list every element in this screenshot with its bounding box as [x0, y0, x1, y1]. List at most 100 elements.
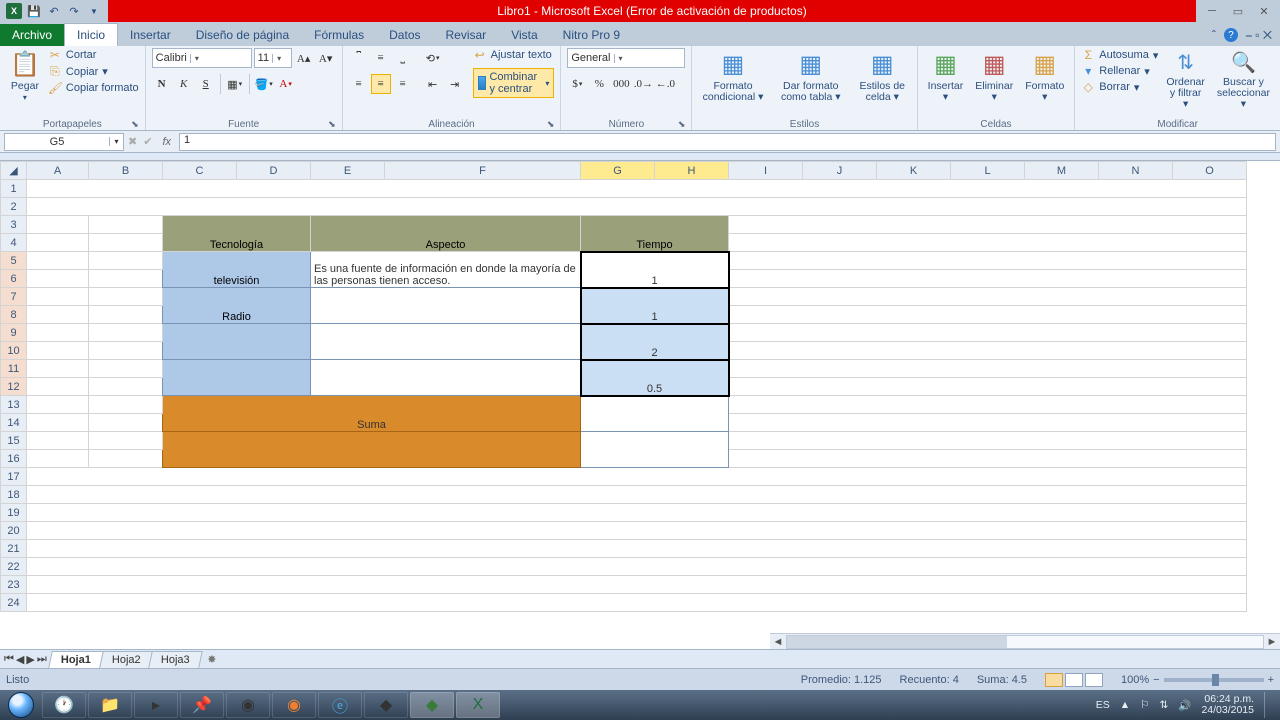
- col-header[interactable]: N: [1099, 162, 1173, 180]
- fx-icon[interactable]: fx: [156, 136, 177, 148]
- formula-input[interactable]: 1: [179, 133, 1276, 151]
- tab-review[interactable]: Revisar: [434, 24, 500, 46]
- cell[interactable]: televisión: [163, 252, 311, 288]
- tray-up-icon[interactable]: ▲: [1120, 699, 1130, 711]
- first-sheet-icon[interactable]: ⏮: [4, 653, 14, 666]
- row-header[interactable]: 19: [1, 504, 27, 522]
- col-header[interactable]: F: [385, 162, 581, 180]
- col-header[interactable]: H: [655, 162, 729, 180]
- taskbar-clock-app[interactable]: 🕐: [42, 692, 86, 718]
- horizontal-scrollbar[interactable]: ◄ ►: [770, 633, 1280, 649]
- fill-color-icon[interactable]: 🪣▾: [254, 74, 274, 94]
- row-header[interactable]: 16: [1, 450, 27, 468]
- conditional-format-button[interactable]: ▦Formato condicional ▾: [698, 48, 767, 105]
- col-header[interactable]: B: [89, 162, 163, 180]
- row-header[interactable]: 20: [1, 522, 27, 540]
- fill-button[interactable]: ▾Rellenar ▾: [1081, 64, 1158, 78]
- sheet-tab[interactable]: Hoja2: [99, 651, 153, 668]
- number-format-combo[interactable]: General▾: [567, 48, 685, 68]
- tray-network-icon[interactable]: ⇅: [1160, 699, 1169, 711]
- sheet-tab[interactable]: Hoja3: [149, 651, 203, 668]
- taskbar-app2[interactable]: ◆: [410, 692, 454, 718]
- bold-button[interactable]: N: [152, 74, 172, 94]
- format-painter-button[interactable]: 🖌Copiar formato: [48, 81, 139, 95]
- zoom-in-icon[interactable]: +: [1268, 674, 1274, 686]
- autosum-button[interactable]: ΣAutosuma ▾: [1081, 48, 1158, 62]
- cell[interactable]: 1: [581, 288, 729, 324]
- tab-data[interactable]: Datos: [377, 24, 433, 46]
- page-layout-view-icon[interactable]: [1065, 673, 1083, 687]
- increase-decimal-icon[interactable]: .0→: [633, 74, 653, 94]
- col-header[interactable]: J: [803, 162, 877, 180]
- cell[interactable]: Aspecto: [311, 216, 581, 252]
- col-header[interactable]: E: [311, 162, 385, 180]
- taskbar-app1[interactable]: ◆: [364, 692, 408, 718]
- font-name-combo[interactable]: Calibri▾: [152, 48, 252, 68]
- align-center-icon[interactable]: ≡: [371, 74, 391, 94]
- normal-view-icon[interactable]: [1045, 673, 1063, 687]
- taskbar-explorer[interactable]: 📁: [88, 692, 132, 718]
- col-header[interactable]: G: [581, 162, 655, 180]
- tab-file[interactable]: Archivo: [0, 24, 64, 46]
- decrease-decimal-icon[interactable]: ←.0: [655, 74, 675, 94]
- accept-formula-icon[interactable]: ✔: [141, 135, 154, 148]
- save-icon[interactable]: 💾: [26, 3, 42, 19]
- dialog-launcher-icon[interactable]: ⬊: [328, 119, 336, 130]
- tray-lang[interactable]: ES: [1096, 699, 1110, 711]
- last-sheet-icon[interactable]: ⏭: [37, 653, 47, 666]
- help-icon[interactable]: ?: [1224, 28, 1238, 42]
- tab-insert[interactable]: Insertar: [118, 24, 184, 46]
- grow-font-icon[interactable]: A▴: [294, 48, 314, 68]
- cell[interactable]: [581, 396, 729, 432]
- prev-sheet-icon[interactable]: ◀: [16, 653, 24, 666]
- cell[interactable]: [311, 324, 581, 360]
- row-header[interactable]: 14: [1, 414, 27, 432]
- align-bottom-icon[interactable]: ⎵: [393, 48, 413, 68]
- decrease-indent-icon[interactable]: ⇤: [423, 74, 443, 94]
- row-header[interactable]: 6: [1, 270, 27, 288]
- clear-button[interactable]: ◇Borrar ▾: [1081, 80, 1158, 94]
- sort-filter-button[interactable]: ⇅Ordenar y filtrar ▾: [1162, 48, 1209, 112]
- taskbar-chrome[interactable]: ◉: [226, 692, 270, 718]
- delete-cells-button[interactable]: ▦Eliminar▾: [971, 48, 1017, 105]
- cell[interactable]: [311, 288, 581, 324]
- row-header[interactable]: 12: [1, 378, 27, 396]
- qat-dropdown-icon[interactable]: ▼: [86, 3, 102, 19]
- merge-center-button[interactable]: Combinar y centrar▾: [473, 68, 555, 98]
- taskbar-excel[interactable]: X: [456, 692, 500, 718]
- zoom-slider[interactable]: [1164, 678, 1264, 682]
- orientation-icon[interactable]: ⟲▾: [423, 48, 443, 68]
- scroll-left-icon[interactable]: ◄: [770, 636, 786, 648]
- align-middle-icon[interactable]: ≡: [371, 48, 391, 68]
- row-header[interactable]: 13: [1, 396, 27, 414]
- cancel-formula-icon[interactable]: ✖: [126, 135, 139, 148]
- align-top-icon[interactable]: ⎴: [349, 48, 369, 68]
- cell[interactable]: Es una fuente de información en donde la…: [311, 252, 581, 288]
- cell[interactable]: [163, 360, 311, 396]
- underline-button[interactable]: S: [196, 74, 216, 94]
- cell[interactable]: [163, 324, 311, 360]
- col-header[interactable]: D: [237, 162, 311, 180]
- row-header[interactable]: 7: [1, 288, 27, 306]
- cell[interactable]: 2: [581, 324, 729, 360]
- formula-expand[interactable]: [0, 153, 1280, 161]
- col-header[interactable]: I: [729, 162, 803, 180]
- taskbar-ie[interactable]: ⓔ: [318, 692, 362, 718]
- row-header[interactable]: 18: [1, 486, 27, 504]
- redo-icon[interactable]: ↷: [66, 3, 82, 19]
- row-header[interactable]: 15: [1, 432, 27, 450]
- zoom-level[interactable]: 100%: [1121, 674, 1149, 686]
- row-header[interactable]: 11: [1, 360, 27, 378]
- cell[interactable]: Suma: [163, 396, 581, 432]
- scroll-right-icon[interactable]: ►: [1264, 636, 1280, 648]
- format-cells-button[interactable]: ▦Formato▾: [1021, 48, 1068, 105]
- align-left-icon[interactable]: ≡: [349, 74, 369, 94]
- scroll-thumb[interactable]: [787, 636, 1007, 648]
- next-sheet-icon[interactable]: ▶: [26, 653, 34, 666]
- increase-indent-icon[interactable]: ⇥: [445, 74, 465, 94]
- row-header[interactable]: 10: [1, 342, 27, 360]
- row-header[interactable]: 3: [1, 216, 27, 234]
- restore-icon[interactable]: ▭: [1230, 5, 1246, 18]
- col-header[interactable]: L: [951, 162, 1025, 180]
- format-table-button[interactable]: ▦Dar formato como tabla ▾: [772, 48, 850, 105]
